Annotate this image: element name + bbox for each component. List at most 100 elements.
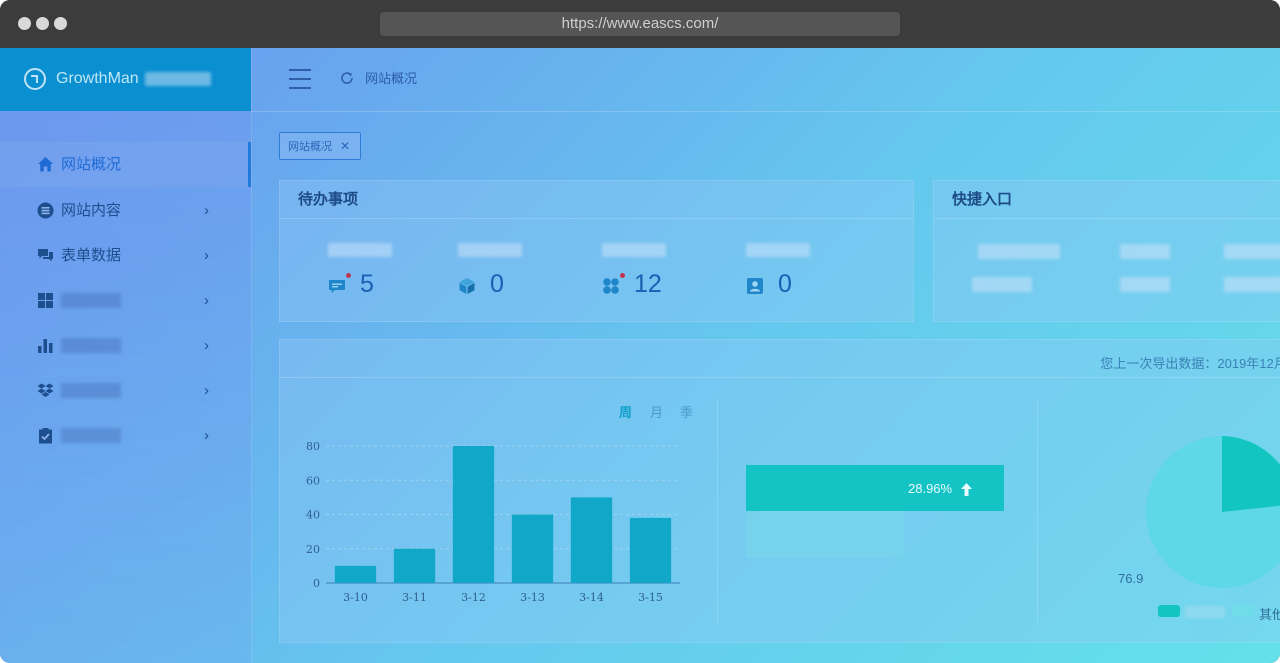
x-tick-label: 3-12 [461,591,486,604]
topbar: 网站概况 [251,48,1280,112]
page-title: 网站概况 [365,71,418,86]
x-tick-label: 3-10 [343,591,368,604]
blurred-brand-suffix [145,71,212,86]
sidebar-item-label: 网站概况 [61,156,122,173]
todo-count: 12 [634,270,662,298]
bar[interactable] [334,565,377,583]
list-icon [37,202,54,219]
todo-item-products[interactable]: 0 [458,243,578,303]
sidebar-item-files[interactable]: › [0,368,251,413]
sidebar-item-label: 网站内容 [61,202,122,219]
notification-dot [620,273,625,278]
export-note: 您上一次导出数据：2019年12月1 [1100,356,1280,371]
legend-label-other: 其他 [1259,607,1280,622]
period-tab-month[interactable]: 月 [650,402,663,421]
logo-bar: GrowthMan [0,48,251,111]
card-divider [280,377,1280,378]
x-tick-label: 3-11 [402,591,427,604]
quick-link[interactable] [1224,244,1280,259]
bar[interactable] [629,517,672,583]
tab-overview[interactable]: 网站概况 ✕ [279,132,362,160]
y-tick-label: 0 [313,577,320,590]
sidebar-item-overview[interactable]: 网站概况 [0,142,251,187]
quick-link[interactable] [1120,244,1170,259]
sidebar-item-content[interactable]: 网站内容 › [0,188,251,233]
y-tick-label: 40 [306,509,320,522]
blurred-label [61,338,121,353]
notification-dot [346,273,351,278]
home-icon [37,156,54,173]
progress-bar-track [746,511,904,558]
y-tick-label: 20 [306,543,320,556]
chevron-right-icon: › [204,202,209,219]
blurred-label [458,243,522,257]
sidebar-item-tasks[interactable]: › [0,413,251,458]
apps-icon [602,277,620,295]
url-bar[interactable]: https://www.eascs.com/ [380,12,900,36]
browser-chrome: https://www.eascs.com/ [0,0,1280,48]
todo-card-title: 待办事项 [298,191,359,208]
period-tab-week[interactable]: 周 [619,402,632,421]
blurred-label [602,243,666,257]
arrow-up-icon [961,483,972,501]
pie-slice-main [1222,436,1280,512]
message-icon [328,277,346,295]
app-area: GrowthMan 网站概况 网站内容 › 表单数据 › › › › › 网站概… [0,48,1280,663]
bar-chart: 0 20 40 60 80 3-10 3-11 3-12 3-13 3-14 3-15 [306,440,680,604]
todo-item-messages[interactable]: 5 [328,243,448,303]
legend-swatch-main [1158,605,1180,617]
quick-entry-card: 快捷入口 [933,180,1280,322]
bar[interactable] [452,446,495,583]
chat-icon [37,247,54,264]
bar[interactable] [570,497,613,583]
sidebar-item-stats[interactable]: › [0,323,251,368]
todo-count: 0 [778,270,792,298]
todo-item-apps[interactable]: 12 [602,243,722,303]
chevron-right-icon: › [204,247,209,264]
quick-link[interactable] [978,244,1060,259]
blurred-label [746,243,810,257]
maximize-window-dot[interactable] [54,17,67,30]
logo-icon [24,68,46,90]
chevron-right-icon: › [204,427,209,444]
clipboard-check-icon [37,427,54,444]
blurred-label [328,243,392,257]
todo-item-contacts[interactable]: 0 [746,243,866,303]
minimize-window-dot[interactable] [36,17,49,30]
close-window-dot[interactable] [18,17,31,30]
y-tick-label: 80 [306,440,320,453]
card-divider [934,218,1280,219]
brand-name-text: GrowthMan [56,70,139,87]
x-tick-label: 3-13 [520,591,545,604]
blurred-label [61,293,121,308]
todo-card: 待办事项 5 0 12 0 [279,180,914,322]
todo-count: 5 [360,270,374,298]
close-icon[interactable]: ✕ [340,139,350,153]
refresh-icon[interactable] [339,70,355,86]
legend-swatch-other [1232,605,1254,617]
bar[interactable] [511,514,554,584]
x-tick-label: 3-14 [579,591,604,604]
blurred-label [61,428,121,443]
sidebar-item-forms[interactable]: 表单数据 › [0,233,251,278]
period-tab-quarter[interactable]: 季 [680,402,693,421]
sidebar-item-grid[interactable]: › [0,278,251,323]
tab-label: 网站概况 [288,141,332,153]
section-divider [1037,400,1038,624]
chevron-right-icon: › [204,292,209,309]
dropbox-icon [37,382,54,399]
y-tick-label: 60 [306,474,320,487]
contact-icon [746,277,764,295]
progress-percent: 28.96% [908,481,953,496]
quick-entry-title: 快捷入口 [952,191,1013,208]
brand-name: GrowthMan [56,68,212,90]
bar[interactable] [393,548,436,583]
sidebar-item-label: 表单数据 [61,247,122,264]
quick-link[interactable] [1120,277,1170,292]
bar-chart-icon [37,337,54,354]
quick-link[interactable] [1224,277,1280,292]
menu-toggle-icon[interactable] [289,69,311,89]
quick-link[interactable] [972,277,1032,292]
pie-value-label: 76.9 [1118,571,1144,586]
browser-window: https://www.eascs.com/ GrowthMan 网站概况 网站… [0,0,1280,663]
